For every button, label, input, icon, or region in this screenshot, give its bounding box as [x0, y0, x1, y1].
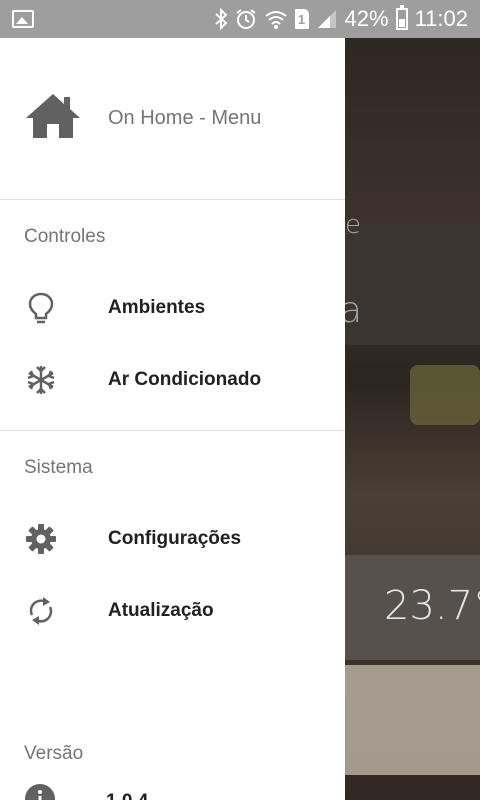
- lightbulb-icon: [24, 291, 58, 325]
- info-icon: [24, 783, 56, 800]
- clock: 11:02: [414, 6, 468, 31]
- alarm-icon: [235, 8, 257, 30]
- drawer-header: On Home - Menu: [0, 38, 345, 200]
- temperature-readout: 23.7°: [384, 583, 480, 629]
- signal-icon: [316, 8, 338, 30]
- sim-icon: 1: [294, 9, 309, 29]
- drawer-title: On Home - Menu: [108, 107, 262, 129]
- section-controles: Controles Ambientes Ar Condicionado: [0, 200, 345, 431]
- menu-item-configuracoes[interactable]: Configurações: [0, 503, 345, 575]
- menu-item-atualizacao[interactable]: Atualização: [0, 575, 345, 647]
- version-title: Versão: [24, 743, 84, 764]
- background-cushion: [410, 365, 480, 425]
- snowflake-icon: [24, 363, 58, 397]
- version-value: 1.0.4: [106, 791, 148, 800]
- menu-item-label: Ar Condicionado: [108, 369, 262, 390]
- menu-item-label: Configurações: [108, 528, 242, 549]
- section-sistema: Sistema Configurações Atualização: [0, 431, 345, 661]
- menu-item-ar-condicionado[interactable]: Ar Condicionado: [0, 344, 345, 416]
- home-icon: [24, 92, 82, 145]
- background-text-fragment: e: [345, 210, 361, 240]
- section-title: Controles: [24, 226, 106, 247]
- wifi-icon: [264, 8, 288, 30]
- gallery-icon: [12, 10, 34, 28]
- battery-percent: 42%: [344, 6, 389, 31]
- section-title: Sistema: [24, 457, 93, 478]
- status-bar: 1 42% 11:02: [0, 0, 480, 38]
- menu-item-label: Ambientes: [108, 297, 206, 318]
- navigation-drawer: On Home - Menu Controles Ambientes Ar Co…: [0, 38, 345, 800]
- background-table: [345, 665, 480, 775]
- version-row: 1.0.4: [24, 783, 148, 800]
- menu-item-label: Atualização: [108, 600, 214, 621]
- sync-icon: [24, 594, 58, 628]
- battery-icon: [395, 5, 408, 30]
- gear-icon: [24, 522, 58, 556]
- bluetooth-icon: [214, 8, 228, 30]
- menu-item-ambientes[interactable]: Ambientes: [0, 272, 345, 344]
- background-panel: [345, 225, 480, 345]
